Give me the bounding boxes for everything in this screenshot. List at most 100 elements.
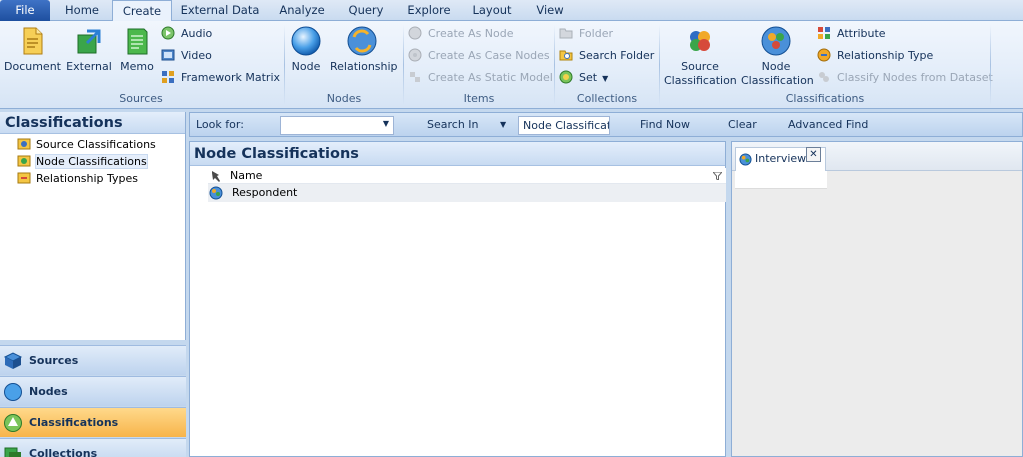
relationship-type-icon bbox=[817, 48, 831, 62]
folder-button[interactable]: Folder bbox=[559, 25, 613, 43]
folder-label: Folder bbox=[579, 27, 613, 40]
source-classification-icon bbox=[739, 153, 752, 166]
tree-item-relationship-types[interactable]: Relationship Types bbox=[17, 171, 138, 187]
group-separator bbox=[990, 25, 991, 105]
tab-query[interactable]: Query bbox=[340, 0, 392, 21]
items-group-label: Items bbox=[463, 92, 495, 105]
node-label: Node bbox=[291, 60, 321, 73]
tab-home[interactable]: Home bbox=[54, 0, 110, 21]
list-title: Node Classifications bbox=[190, 142, 725, 166]
pin-icon bbox=[212, 171, 220, 182]
classify-nodes-icon bbox=[819, 72, 829, 82]
create-as-case-nodes-button[interactable]: Create As Case Nodes bbox=[408, 47, 550, 65]
video-label: Video bbox=[181, 49, 212, 62]
create-as-node-icon bbox=[408, 26, 422, 40]
search-in-button[interactable]: Search In bbox=[427, 118, 479, 131]
audio-icon bbox=[161, 26, 175, 40]
folder-icon bbox=[559, 28, 573, 39]
look-for-input[interactable]: ▼ bbox=[280, 116, 394, 135]
tab-explore[interactable]: Explore bbox=[402, 0, 456, 21]
look-for-label: Look for: bbox=[196, 118, 244, 131]
node-classification-label-1: Node bbox=[761, 60, 791, 73]
filter-icon[interactable] bbox=[713, 172, 722, 180]
create-as-static-model-icon bbox=[410, 72, 420, 82]
create-as-case-nodes-icon bbox=[408, 48, 422, 62]
create-as-node-button[interactable]: Create As Node bbox=[408, 25, 514, 43]
set-button[interactable]: Set ▼ bbox=[559, 69, 608, 87]
row-name: Respondent bbox=[232, 186, 298, 199]
tab-create[interactable]: Create bbox=[112, 0, 172, 22]
group-separator bbox=[284, 25, 285, 105]
set-label: Set bbox=[579, 71, 598, 84]
tab-external-data[interactable]: External Data bbox=[178, 0, 262, 21]
nav-button-label: Sources bbox=[29, 354, 79, 367]
attribute-label: Attribute bbox=[837, 27, 886, 40]
tab-analyze[interactable]: Analyze bbox=[272, 0, 332, 21]
chevron-down-icon[interactable]: ▼ bbox=[383, 119, 389, 128]
ribbon-tab-strip: File Home Create External Data Analyze Q… bbox=[0, 0, 1023, 22]
find-bar: Look for: ▼ Search In ▼ Node Classificat… bbox=[189, 112, 1023, 137]
document-button[interactable]: Document bbox=[4, 25, 61, 73]
memo-button[interactable]: Memo bbox=[118, 25, 156, 73]
attribute-button[interactable]: Attribute bbox=[817, 25, 886, 43]
tree-item-source-classifications[interactable]: Source Classifications bbox=[17, 137, 156, 153]
tree-item-node-classifications[interactable]: Node Classifications bbox=[17, 154, 148, 170]
framework-matrix-icon bbox=[162, 71, 174, 83]
node-classification-icon bbox=[761, 26, 791, 56]
relationship-type-label: Relationship Type bbox=[837, 49, 934, 62]
group-separator bbox=[659, 25, 660, 105]
document-icon bbox=[23, 27, 43, 55]
node-classification-icon bbox=[209, 186, 223, 200]
video-button[interactable]: Video bbox=[161, 47, 212, 65]
external-label: External bbox=[66, 60, 112, 73]
node-classification-button[interactable]: Node Classification bbox=[741, 25, 814, 88]
tab-file[interactable]: File bbox=[0, 0, 50, 21]
relationship-icon bbox=[347, 26, 377, 56]
node-classification-icon bbox=[17, 155, 31, 167]
relationship-label: Relationship bbox=[330, 60, 398, 73]
audio-button[interactable]: Audio bbox=[161, 25, 212, 43]
node-classification-label-2: Classification bbox=[741, 74, 814, 87]
node-button[interactable]: Node bbox=[289, 25, 323, 73]
navigation-pane: Classifications Source Classifications N… bbox=[0, 112, 186, 340]
find-now-button[interactable]: Find Now bbox=[640, 118, 690, 131]
source-classification-label-2: Classification bbox=[664, 74, 737, 87]
search-in-field[interactable]: Node Classificati bbox=[518, 116, 610, 135]
create-as-static-model-button[interactable]: Create As Static Model bbox=[408, 69, 553, 87]
nav-button-label: Collections bbox=[29, 447, 98, 457]
column-header-name[interactable]: Name bbox=[208, 168, 726, 184]
classifications-group-label: Classifications bbox=[785, 92, 865, 105]
nav-button-sources[interactable]: Sources bbox=[0, 345, 186, 375]
nav-button-label: Classifications bbox=[29, 416, 119, 429]
framework-matrix-button[interactable]: Framework Matrix bbox=[161, 69, 280, 87]
chevron-down-icon[interactable]: ▼ bbox=[602, 74, 608, 83]
close-icon[interactable]: ✕ bbox=[806, 147, 821, 162]
external-button[interactable]: External bbox=[66, 25, 112, 73]
tab-layout[interactable]: Layout bbox=[466, 0, 518, 21]
document-label: Document bbox=[4, 60, 61, 73]
collections-group-label: Collections bbox=[576, 92, 638, 105]
chevron-down-icon[interactable]: ▼ bbox=[500, 120, 506, 129]
clear-button[interactable]: Clear bbox=[728, 118, 757, 131]
source-classification-icon bbox=[17, 138, 31, 150]
nav-button-nodes[interactable]: Nodes bbox=[0, 376, 186, 406]
table-row[interactable]: Respondent bbox=[208, 184, 726, 202]
relationship-type-button[interactable]: Relationship Type bbox=[817, 47, 933, 65]
search-folder-button[interactable]: Search Folder bbox=[559, 47, 654, 65]
classify-nodes-button[interactable]: Classify Nodes from Dataset bbox=[817, 69, 993, 87]
nav-button-classifications[interactable]: Classifications bbox=[0, 407, 186, 437]
source-classification-icon bbox=[690, 31, 710, 51]
nav-button-collections[interactable]: Collections bbox=[0, 438, 186, 457]
tab-view[interactable]: View bbox=[528, 0, 572, 21]
tree-item-label: Node Classifications bbox=[35, 154, 148, 169]
classifications-icon bbox=[4, 414, 22, 432]
search-folder-icon bbox=[559, 50, 573, 61]
memo-icon bbox=[127, 28, 148, 55]
node-icon bbox=[291, 26, 321, 56]
relationship-button[interactable]: Relationship bbox=[330, 25, 398, 73]
audio-label: Audio bbox=[181, 27, 213, 40]
advanced-find-button[interactable]: Advanced Find bbox=[788, 118, 868, 131]
nav-button-label: Nodes bbox=[29, 385, 68, 398]
source-classification-label-1: Source bbox=[681, 60, 719, 73]
source-classification-button[interactable]: Source Classification bbox=[664, 25, 737, 88]
